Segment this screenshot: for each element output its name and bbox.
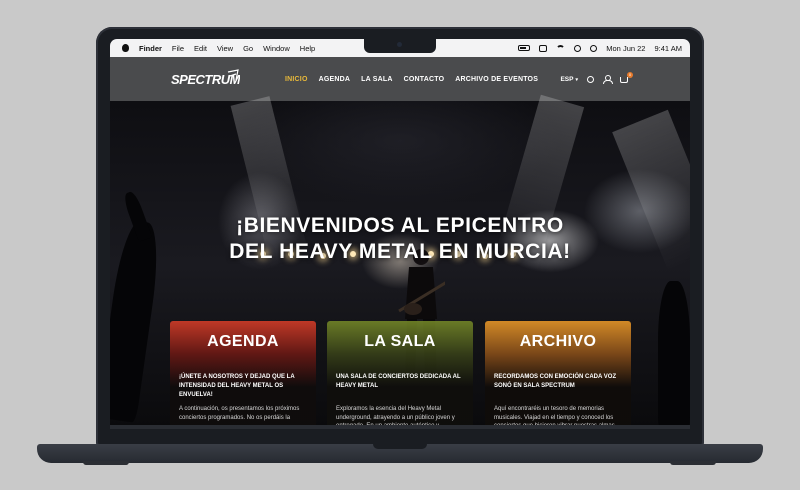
card-title: AGENDA [207, 333, 279, 350]
spotlight-search-icon[interactable] [574, 44, 582, 52]
nav-agenda[interactable]: AGENDA [319, 76, 351, 83]
card-title: LA SALA [364, 333, 436, 350]
card-body: A continuación, os presentamos los próxi… [179, 406, 300, 421]
screen-bezel-bottom [110, 425, 690, 429]
nav-contacto[interactable]: CONTACTO [404, 76, 445, 83]
card-title: ARCHIVO [519, 333, 597, 350]
camera-icon [397, 42, 402, 47]
card-subtitle: ¡ÚNETE A NOSOTROS Y DEJAD QUE LA INTENSI… [179, 374, 295, 398]
chevron-down-icon: ▾ [575, 76, 578, 83]
card-subtitle: UNA SALA DE CONCIERTOS DEDICADA AL HEAVY… [336, 374, 461, 389]
site-header: SPECTRUM INICIO AGENDA LA SALA CONTACTO … [110, 57, 690, 101]
menu-view[interactable]: View [217, 44, 233, 53]
laptop-foot-left [83, 461, 129, 465]
menu-help[interactable]: Help [300, 44, 315, 53]
cart-icon[interactable]: 0 [620, 72, 633, 83]
language-selector[interactable]: ESP ▾ [560, 76, 578, 83]
crowd-silhouette [658, 281, 690, 429]
camera-notch [364, 39, 436, 53]
hero-title: ¡BIENVENIDOS AL EPICENTRO DEL HEAVY META… [110, 213, 690, 265]
laptop-base [37, 444, 763, 463]
menu-file[interactable]: File [172, 44, 184, 53]
logo-text: SPECTRUM [171, 72, 240, 87]
nav-actions: ESP ▾ 0 [560, 57, 633, 101]
main-nav: INICIO AGENDA LA SALA CONTACTO ARCHIVO D… [285, 57, 538, 101]
wifi-icon[interactable] [556, 44, 566, 52]
nav-archivo-eventos[interactable]: ARCHIVO DE EVENTOS [455, 76, 538, 83]
card-agenda[interactable]: AGENDA ¡ÚNETE A NOSOTROS Y DEJAD QUE LA … [170, 321, 316, 429]
menu-go[interactable]: Go [243, 44, 253, 53]
apple-icon[interactable] [122, 44, 129, 52]
nav-la-sala[interactable]: LA SALA [361, 76, 392, 83]
menu-edit[interactable]: Edit [194, 44, 207, 53]
control-center-icon[interactable] [590, 44, 598, 52]
battery-icon[interactable] [518, 45, 531, 51]
cart-count-badge: 0 [627, 72, 633, 78]
menu-window[interactable]: Window [263, 44, 290, 53]
user-icon[interactable] [603, 75, 613, 84]
menubar-time: 9:41 AM [654, 43, 682, 53]
laptop-foot-right [670, 461, 716, 465]
language-label: ESP [560, 75, 574, 83]
control-strip-icon[interactable] [539, 44, 548, 52]
search-icon[interactable] [587, 75, 594, 83]
menu-app-finder[interactable]: Finder [139, 44, 162, 53]
spectrum-logo[interactable]: SPECTRUM [170, 68, 240, 90]
card-la-sala[interactable]: LA SALA UNA SALA DE CONCIERTOS DEDICADA … [327, 321, 473, 429]
nav-inicio[interactable]: INICIO [285, 76, 308, 83]
macos-menubar: Finder File Edit View Go Window Help Mon… [110, 39, 690, 57]
menubar-date: Mon Jun 22 [606, 43, 646, 53]
card-archivo[interactable]: ARCHIVO RECORDAMOS CON EMOCIÓN CADA VOZ … [485, 321, 631, 429]
hero-title-line2: DEL HEAVY METAL EN MURCIA! [229, 240, 571, 263]
card-subtitle: RECORDAMOS CON EMOCIÓN CADA VOZ SONÓ EN … [494, 374, 617, 389]
laptop-screen: Finder File Edit View Go Window Help Mon… [110, 39, 690, 429]
base-notch [373, 444, 427, 449]
hero-title-line1: ¡BIENVENIDOS AL EPICENTRO [236, 214, 564, 237]
